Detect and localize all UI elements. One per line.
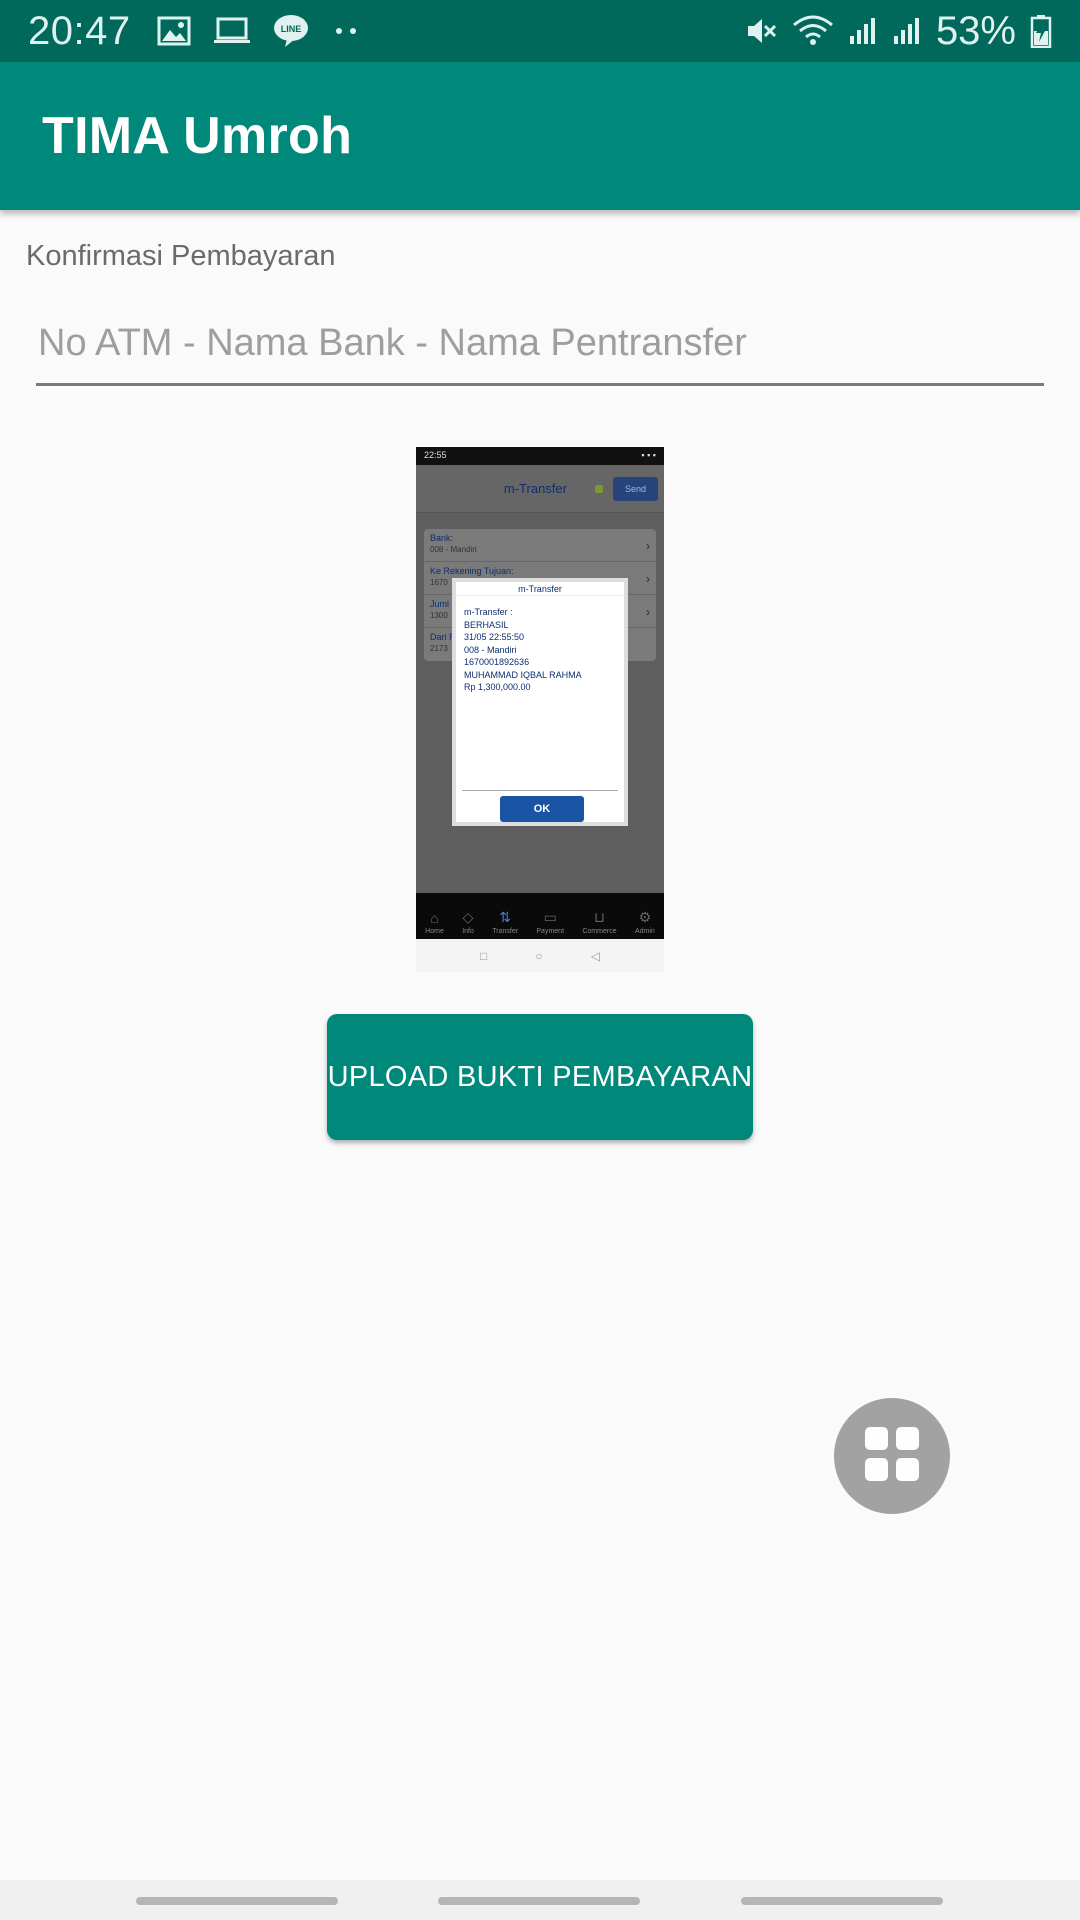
tag-icon: ◇ (462, 909, 474, 925)
laptop-icon (213, 17, 251, 45)
section-label: Konfirmasi Pembayaran (26, 240, 336, 272)
preview-header-title: m-Transfer (503, 481, 567, 496)
app-title: TIMA Umroh (42, 107, 353, 165)
signal-icon (848, 16, 878, 46)
status-right: 53% (744, 9, 1052, 54)
preview-status-icons: ▪ ▪ ▪ (641, 450, 656, 460)
navigation-gesture-bar (0, 1880, 1080, 1920)
line-app-icon: LINE (273, 13, 309, 49)
dialog-line: Rp 1,300,000.00 (464, 682, 531, 692)
preview-header: m-Transfer Send (416, 465, 664, 513)
preview-send-button: Send (612, 476, 658, 501)
chevron-right-icon: › (646, 572, 650, 586)
home-circle-icon: ○ (535, 948, 543, 963)
preview-status-dot (594, 484, 603, 493)
preview-nav-commerce: ⊔ Commerce (582, 909, 616, 935)
more-dots-icon (331, 26, 361, 36)
preview-nav-home: ⌂ Home (425, 910, 444, 935)
back-gesture-handle[interactable] (741, 1897, 943, 1905)
preview-dialog-body: m-Transfer : BERHASIL 31/05 22:55:50 008… (456, 596, 624, 704)
wifi-icon (792, 15, 834, 47)
preview-nav-label: Admin (634, 928, 655, 935)
chevron-right-icon: › (646, 539, 650, 553)
transfer-info-input[interactable] (36, 318, 1044, 386)
preview-nav-label: Info (462, 928, 474, 935)
home-gesture-handle[interactable] (438, 1897, 640, 1905)
vibrate-mute-icon (744, 15, 778, 47)
battery-charging-icon (1030, 14, 1052, 48)
preview-status-bar: 22:55 ▪ ▪ ▪ (416, 447, 664, 465)
chevron-right-icon: › (646, 605, 650, 619)
battery-percent: 53% (935, 8, 1016, 53)
svg-text:LINE: LINE (280, 24, 301, 34)
status-left-icons: LINE (157, 13, 361, 49)
dialog-line: 1670001892636 (464, 657, 530, 667)
receipt-preview-image[interactable]: 22:55 ▪ ▪ ▪ m-Transfer Send Bank: 008 - … (416, 447, 664, 972)
grid-apps-icon (863, 1425, 921, 1488)
status-time: 20:47 (28, 8, 131, 53)
preview-nav-admin: ⚙ Admin (635, 909, 655, 935)
signal-icon (892, 16, 922, 46)
preview-nav-transfer: ⇅ Transfer (492, 909, 518, 935)
preview-nav-label: Commerce (582, 928, 617, 935)
preview-nav-payment: ▭ Payment (536, 909, 564, 935)
upload-proof-button[interactable]: UPLOAD BUKTI PEMBAYARAN (327, 1014, 753, 1140)
gallery-icon (157, 16, 191, 46)
dialog-line: 008 - Mandiri (464, 644, 517, 655)
dialog-line: BERHASIL (464, 619, 509, 630)
preview-nav-label: Payment (536, 928, 565, 935)
dialog-line: m-Transfer : (464, 607, 513, 617)
preview-nav-info: ◇ Info (462, 909, 474, 935)
recents-icon: □ (480, 948, 488, 963)
preview-dialog: m-Transfer m-Transfer : BERHASIL 31/05 2… (452, 578, 628, 826)
dialog-divider (462, 790, 618, 791)
dialog-line: MUHAMMAD IQBAL RAHMA (464, 669, 582, 680)
app-bar: TIMA Umroh (0, 62, 1080, 210)
preview-nav-label: Transfer (492, 928, 519, 935)
dialog-line: 31/05 22:55:50 (464, 632, 525, 642)
back-triangle-icon: ◁ (590, 948, 600, 963)
preview-row-label: Ke Rekening Tujuan: (430, 566, 514, 576)
transfer-icon: ⇅ (499, 909, 511, 925)
cart-icon: ⊔ (594, 909, 605, 925)
home-icon: ⌂ (430, 910, 439, 926)
preview-system-nav: □ ○ ◁ (416, 939, 664, 972)
preview-status-time: 22:55 (424, 450, 447, 460)
floating-menu-button[interactable] (834, 1398, 950, 1514)
preview-row-value: 008 - Mandiri (430, 545, 477, 554)
payment-icon: ▭ (543, 909, 557, 925)
preview-row-label: Bank: (430, 533, 454, 543)
recents-gesture-handle[interactable] (136, 1897, 338, 1905)
preview-ok-button: OK (500, 796, 584, 822)
preview-nav-label: Home (425, 928, 444, 935)
status-bar: 20:47 LINE 53% (0, 0, 1080, 62)
preview-dialog-title: m-Transfer (456, 582, 624, 596)
preview-bottom-nav: ⌂ Home ◇ Info ⇅ Transfer ▭ Payment ⊔ Commerce… (416, 893, 664, 939)
preview-row-label: Juml (430, 599, 450, 609)
preview-row: Bank: 008 - Mandiri › (424, 529, 656, 562)
admin-icon: ⚙ (638, 909, 652, 925)
